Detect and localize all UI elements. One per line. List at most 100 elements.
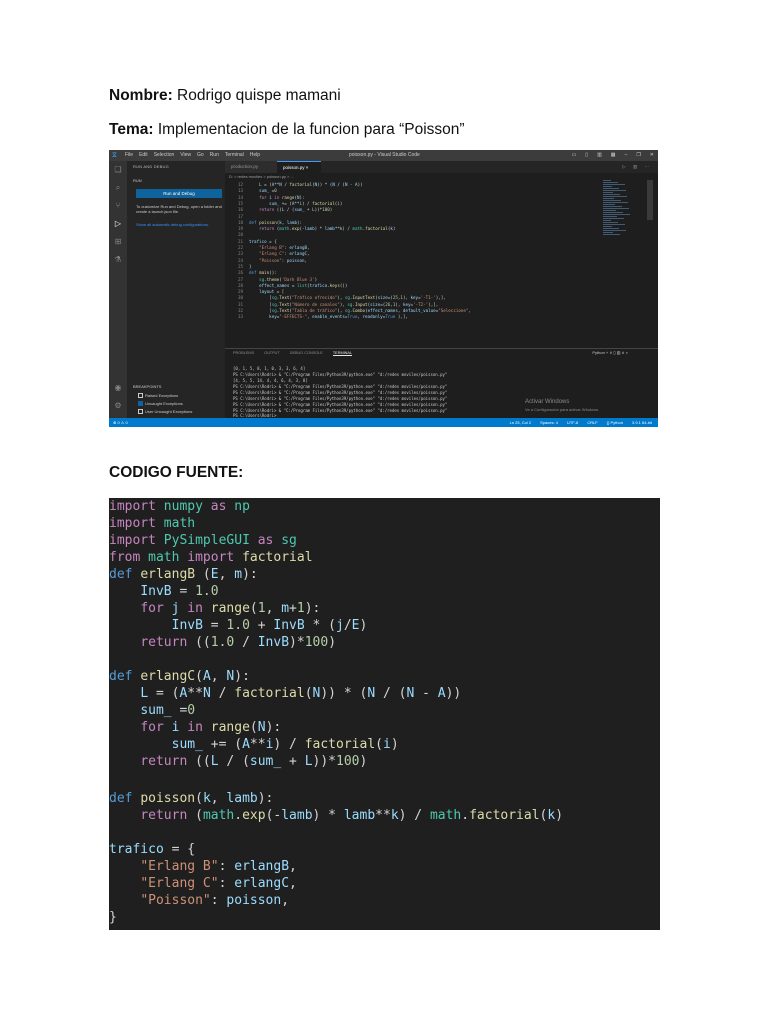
minimap-line [603,202,628,203]
menu-terminal[interactable]: Terminal [225,150,244,161]
status-bar: ⊗ 0 ⚠ 0 Ln 25, Col 2 Spaces: 4 UTF-8 CRL… [109,418,658,427]
panel-tabs: PROBLEMS OUTPUT DEBUG CONSOLE TERMINAL [233,351,353,356]
minimap-line [603,192,613,193]
status-indent[interactable]: Spaces: 4 [540,418,558,427]
code-line: sum_ =0 [140,703,196,718]
minimap-line [603,204,615,205]
code-line: trafico = { [109,842,196,857]
menu-run[interactable]: Run [210,150,219,161]
window-controls: ▭ ▯ ▥ ▦ – ❐ ✕ [572,150,654,161]
close-icon[interactable]: ✕ [650,150,654,161]
tab-debug-console[interactable]: DEBUG CONSOLE [290,351,323,356]
editor-actions[interactable]: ▷ ▥ ⋯ [622,161,652,173]
breakpoints-title: BREAKPOINTS [133,384,162,389]
code-line: import PySimpleGUI as sg [109,533,297,548]
nombre-value: Rodrigo quispe mamani [177,87,341,104]
tab-output[interactable]: OUTPUT [264,351,280,356]
tema-line: Tema: Implementacion de la funcion para … [109,120,465,140]
minimap-line [603,210,616,211]
menu-go[interactable]: Go [197,150,204,161]
run-debug-icon[interactable]: ▷ [113,219,123,229]
code-line: def erlangB (E, m): [109,567,258,582]
editor-tabs: production.py poisson.py × ▷ ▥ ⋯ [225,161,658,173]
sidebar-title: RUN AND DEBUG [133,164,169,169]
tab-terminal[interactable]: TERMINAL [332,351,353,356]
activate-windows-title: Activar Windows [525,399,570,405]
minimap[interactable] [603,180,633,240]
nombre-line: Nombre: Rodrigo quispe mamani [109,86,341,106]
minimap-line [603,230,626,231]
run-and-debug-button[interactable]: Run and Debug [136,189,222,198]
minimize-icon[interactable]: – [625,150,628,161]
minimap-line [603,182,618,183]
settings-gear-icon[interactable]: ⚙ [113,401,123,411]
checkbox-icon[interactable] [138,393,143,399]
vscode-logo-icon: ⧖ [112,152,117,159]
show-configurations-link[interactable]: Show all automatic debug configurations. [136,222,222,227]
breadcrumb[interactable]: D: > redes moviles > poisson.py > ... [229,174,294,179]
layout-icon[interactable]: ▭ [572,150,577,161]
menu-selection[interactable]: Selection [154,150,175,161]
status-language[interactable]: {} Python [607,418,623,427]
status-encoding[interactable]: UTF-8 [567,418,578,427]
search-icon[interactable]: ⌕ [113,183,123,193]
code-line: InvB = 1.0 [140,584,219,599]
code-line: for j in range(1, m+1): [140,601,321,616]
menu-help[interactable]: Help [250,150,260,161]
layout-icon-3[interactable]: ▥ [597,150,602,161]
code-line: def poisson(k, lamb): [109,791,274,806]
code-line: L = (A**N / factorial(N)) * (N / (N - A)… [140,686,462,701]
menu-file[interactable]: File [125,150,133,161]
layout-icon-2[interactable]: ▯ [585,150,588,161]
status-interpreter[interactable]: 3.9.1 64-bit [632,418,652,427]
code-line: "Poisson": poisson, [140,893,290,908]
editor-scrollbar[interactable] [647,180,653,220]
sidebar-hint: To customize Run and Debug, open a folde… [136,204,222,214]
account-icon[interactable]: ◉ [113,383,123,393]
tema-label: Tema: [109,121,154,138]
minimap-line [603,184,625,185]
code-line: return ((L / (sum_ + L))*100) [140,754,368,769]
codigo-fuente-heading: CODIGO FUENTE: [109,464,244,481]
testing-icon[interactable]: ⚗ [113,255,123,265]
code-line: key="-EFFECTS-", enable_events=True, rea… [269,314,408,320]
status-right: Ln 25, Col 2 Spaces: 4 UTF-8 CRLF {} Pyt… [510,418,652,427]
checkbox-icon[interactable] [138,409,143,415]
minimap-line [603,234,620,235]
source-control-icon[interactable]: ⑂ [113,201,123,211]
status-cursor[interactable]: Ln 25, Col 2 [510,418,532,427]
minimap-line [603,190,626,191]
code-line: "Erlang B": erlangB, [140,859,297,874]
menu-edit[interactable]: Edit [139,150,148,161]
tab-production[interactable]: production.py [225,161,277,173]
status-eol[interactable]: CRLF [587,418,597,427]
code-line: return (math.exp(-lamb) * lamb**k) / mat… [259,226,396,232]
breakpoint-uncaught[interactable]: Uncaught Exceptions [138,401,183,407]
minimap-line [603,216,617,217]
tab-problems[interactable]: PROBLEMS [233,351,254,356]
explorer-icon[interactable]: ❏ [113,165,123,175]
run-debug-sidebar: RUN AND DEBUG RUN Run and Debug To custo… [127,161,225,418]
breakpoint-raised[interactable]: Raised Exceptions [138,393,178,399]
terminal-actions[interactable]: Python + ∨ ▯ ▥ ∧ × [592,350,628,355]
code-line: return (math.exp(-lamb) * lamb**k) / mat… [140,808,564,823]
minimap-line [603,222,618,223]
checkbox-checked-icon[interactable] [138,401,143,407]
minimap-line [603,180,611,181]
breakpoint-user-uncaught[interactable]: User Uncaught Exceptions [138,409,192,415]
extensions-icon[interactable]: ⊞ [113,237,123,247]
sidebar-section: RUN [133,178,142,183]
maximize-icon[interactable]: ❐ [636,150,640,161]
menu-view[interactable]: View [180,150,191,161]
minimap-line [603,220,611,221]
tab-poisson[interactable]: poisson.py × [277,161,321,173]
vscode-screenshot: ⧖ File Edit Selection View Go Run Termin… [109,150,658,427]
minimap-line [603,194,620,195]
editor-area[interactable]: 12 13 14 15 16 17 18 19 20 21 22 23 24 25 26 27 28 29 30 31… [225,180,658,348]
window-title: poisson.py - Visual Studio Code [349,152,420,158]
problems-status[interactable]: ⊗ 0 ⚠ 0 [113,418,128,427]
minimap-line [603,212,623,213]
layout-icon-4[interactable]: ▦ [611,150,616,161]
minimap-line [603,196,627,197]
minimap-line [603,208,629,209]
